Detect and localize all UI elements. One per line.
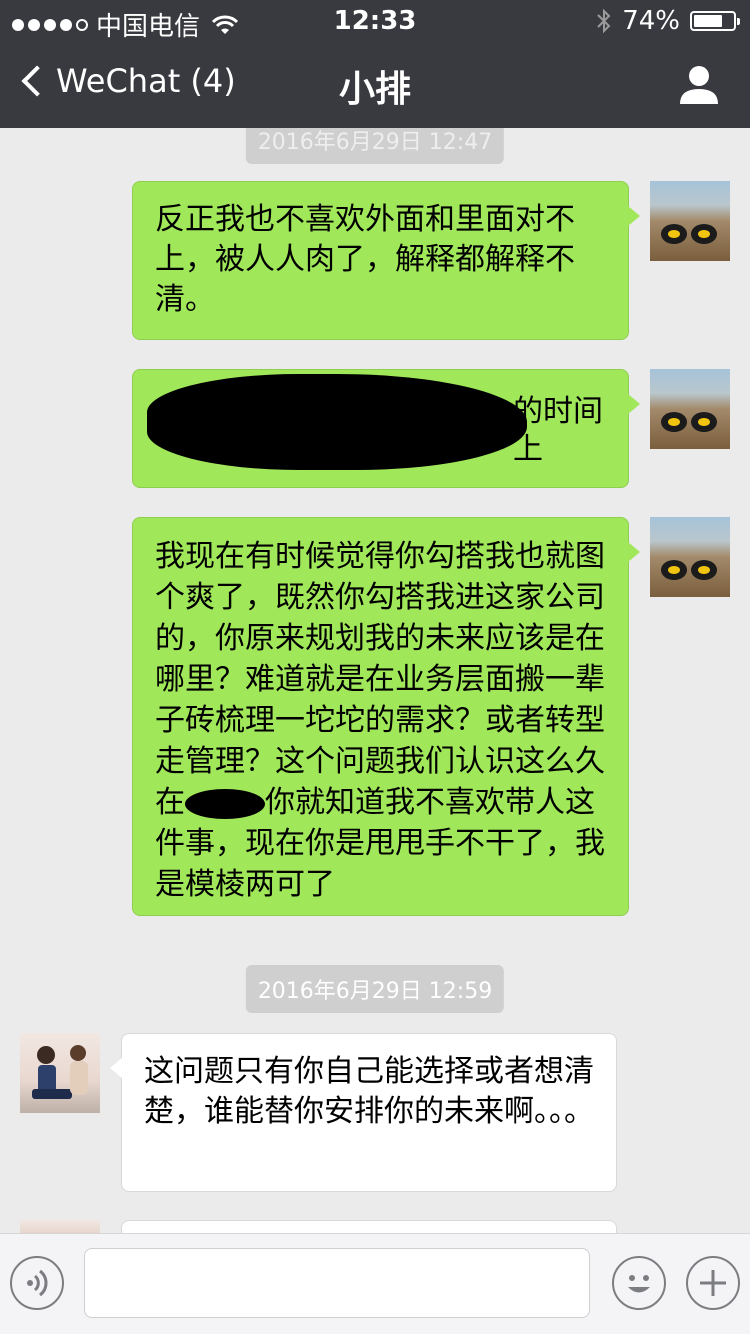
bluetooth-icon <box>597 8 611 34</box>
timestamp: 2016年6月29日 12:59 <box>245 965 505 1013</box>
sunglasses-image <box>661 560 717 580</box>
battery-percent: 74% <box>622 6 680 36</box>
redaction-mark <box>147 374 527 470</box>
battery-icon <box>690 11 740 31</box>
message-text: 的时间 <box>513 394 603 429</box>
voice-icon <box>27 1269 48 1297</box>
redaction-mark <box>185 788 265 819</box>
message-text: 反正我也不喜欢外面和里面对不上，被人人肉了，解释都解释不清。 <box>155 202 575 317</box>
chat-title: 小排 <box>338 69 411 110</box>
contact-avatar[interactable] <box>20 1033 100 1113</box>
message-text-continued: 上 <box>513 432 543 467</box>
plus-icon <box>700 1270 726 1296</box>
emoji-icon <box>628 1275 650 1293</box>
message-text: 这问题只有你自己能选择或者想清楚，谁能替你安排你的未来啊。。。 <box>144 1054 594 1129</box>
voice-button[interactable] <box>10 1256 64 1310</box>
sunglasses-image <box>661 224 717 244</box>
message-bubble-outgoing[interactable]: 反正我也不喜欢外面和里面对不上，被人人肉了，解释都解释不清。 <box>132 181 640 340</box>
couple-photo <box>32 1045 88 1099</box>
my-avatar[interactable] <box>650 369 730 449</box>
navigation-bar: WeChat (4) 小排 <box>0 40 750 128</box>
more-button[interactable] <box>686 1256 740 1310</box>
my-avatar[interactable] <box>650 517 730 597</box>
message-text: 我现在有时候觉得你勾搭我也就图个爽了，既然你勾搭我进这家公司的，你原来规划我的未… <box>155 539 605 820</box>
message-bubble-outgoing[interactable]: 的时间 上 <box>132 369 640 488</box>
status-bar: 中国电信 12:33 74% <box>0 0 750 42</box>
message-input[interactable] <box>84 1248 590 1318</box>
message-bubble-incoming[interactable]: 这问题只有你自己能选择或者想清楚，谁能替你安排你的未来啊。。。 <box>110 1033 617 1192</box>
person-icon[interactable] <box>678 64 720 106</box>
my-avatar[interactable] <box>650 181 730 261</box>
message-bubble-outgoing[interactable]: 我现在有时候觉得你勾搭我也就图个爽了，既然你勾搭我进这家公司的，你原来规划我的未… <box>132 517 640 916</box>
emoji-button[interactable] <box>612 1256 666 1310</box>
sunglasses-image <box>661 412 717 432</box>
input-bar <box>0 1233 750 1334</box>
top-bar: 中国电信 12:33 74% WeChat (4) 小排 <box>0 0 750 128</box>
